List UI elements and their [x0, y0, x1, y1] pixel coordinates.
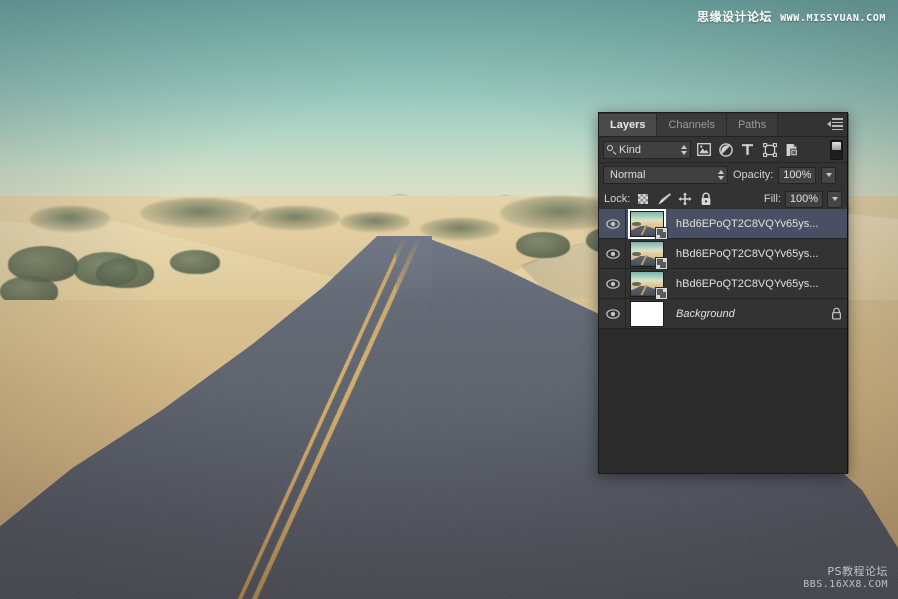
table-row[interactable]: hBd6EPoQT2C8VQYv65ys... — [599, 239, 847, 270]
layer-visibility-toggle[interactable] — [601, 299, 626, 328]
watermark-top-cn: 思缘设计论坛 — [697, 10, 773, 24]
layer-thumbnail[interactable] — [630, 240, 668, 270]
photo-scrub — [96, 258, 154, 288]
table-row[interactable]: hBd6EPoQT2C8VQYv65ys... — [599, 209, 847, 240]
photo-scrub — [140, 198, 260, 228]
photo-scrub — [340, 212, 410, 232]
tab-channels[interactable]: Channels — [657, 114, 727, 136]
layer-filter-row: Kind — [599, 137, 847, 163]
lock-transparent-pixels-icon[interactable] — [635, 191, 651, 207]
fill-label: Fill: — [763, 193, 781, 205]
filter-kind-label: Kind — [619, 143, 642, 156]
layer-name[interactable]: hBd6EPoQT2C8VQYv65ys... — [676, 278, 825, 290]
eye-icon — [606, 308, 620, 319]
eye-icon — [606, 248, 620, 259]
panel-tab-bar: Layers Channels Paths — [599, 113, 847, 137]
panel-edge-shadow — [847, 113, 849, 473]
fill-input[interactable]: 100% — [785, 190, 823, 208]
eye-icon — [606, 278, 620, 289]
smart-object-badge-icon — [655, 226, 668, 240]
opacity-label: Opacity: — [733, 169, 774, 181]
layer-list[interactable]: hBd6EPoQT2C8VQYv65ys... hBd6EPoQT2C8VQYv… — [599, 209, 847, 473]
watermark-bottom-cn: PS教程论坛 — [827, 564, 888, 578]
blend-mode-select[interactable]: Normal — [603, 166, 728, 184]
chevron-updown-icon — [680, 144, 687, 156]
layer-visibility-toggle[interactable] — [601, 209, 626, 238]
opacity-dropdown-arrow[interactable] — [821, 166, 837, 184]
table-row[interactable]: Background — [599, 299, 847, 329]
smart-object-badge-icon — [655, 286, 668, 300]
blend-mode-row: Normal Opacity: 100% — [599, 163, 847, 187]
filter-smartobject-icon[interactable] — [782, 140, 801, 159]
filter-type-icon[interactable] — [738, 140, 757, 159]
watermark-bottom-en: BBS.16XX8.COM — [803, 578, 888, 590]
blend-mode-value: Normal — [610, 169, 646, 181]
panel-menu-icon[interactable] — [827, 117, 843, 131]
layer-name[interactable]: hBd6EPoQT2C8VQYv65ys... — [676, 248, 825, 260]
chevron-updown-icon — [717, 169, 724, 181]
watermark-top: 思缘设计论坛 WWW.MISSYUAN.COM — [697, 8, 886, 25]
layer-locked-icon — [825, 307, 847, 320]
filter-enable-toggle[interactable] — [830, 139, 843, 160]
tab-layers[interactable]: Layers — [599, 114, 658, 136]
photo-scrub — [516, 232, 570, 258]
lock-label: Lock: — [604, 193, 631, 205]
screenshot-root: 思缘设计论坛 WWW.MISSYUAN.COM PS教程论坛 BBS.16XX8… — [0, 0, 898, 599]
layer-name[interactable]: hBd6EPoQT2C8VQYv65ys... — [676, 218, 825, 230]
table-row[interactable]: hBd6EPoQT2C8VQYv65ys... — [599, 269, 847, 300]
photo-scrub — [250, 206, 340, 230]
filter-adjustment-icon[interactable] — [716, 140, 735, 159]
layer-thumbnail[interactable] — [630, 300, 664, 327]
filter-shape-icon[interactable] — [760, 140, 779, 159]
photo-line-taper — [396, 236, 432, 306]
lock-image-pixels-icon[interactable] — [656, 191, 672, 207]
photo-scrub — [170, 250, 220, 274]
layer-visibility-toggle[interactable] — [601, 269, 626, 298]
layer-thumbnail[interactable] — [628, 209, 668, 240]
eye-icon — [606, 218, 620, 229]
layer-name[interactable]: Background — [676, 308, 825, 320]
lock-all-icon[interactable] — [698, 191, 714, 207]
opacity-input[interactable]: 100% — [778, 166, 817, 184]
watermark-bottom: PS教程论坛 BBS.16XX8.COM — [803, 565, 888, 591]
smart-object-badge-icon — [655, 256, 668, 270]
photo-scrub — [420, 218, 500, 240]
filter-pixel-icon[interactable] — [694, 140, 713, 159]
photo-scrub — [30, 206, 110, 232]
fill-dropdown-arrow[interactable] — [827, 190, 842, 208]
watermark-top-en: WWW.MISSYUAN.COM — [780, 13, 886, 24]
tab-paths[interactable]: Paths — [726, 114, 779, 136]
lock-position-icon[interactable] — [677, 191, 693, 207]
layer-thumbnail[interactable] — [630, 270, 668, 300]
filter-kind-select[interactable]: Kind — [603, 140, 691, 159]
search-icon — [607, 145, 616, 154]
layers-panel: Layers Channels Paths Kind Normal Opacit… — [598, 112, 849, 474]
layer-visibility-toggle[interactable] — [601, 239, 626, 268]
